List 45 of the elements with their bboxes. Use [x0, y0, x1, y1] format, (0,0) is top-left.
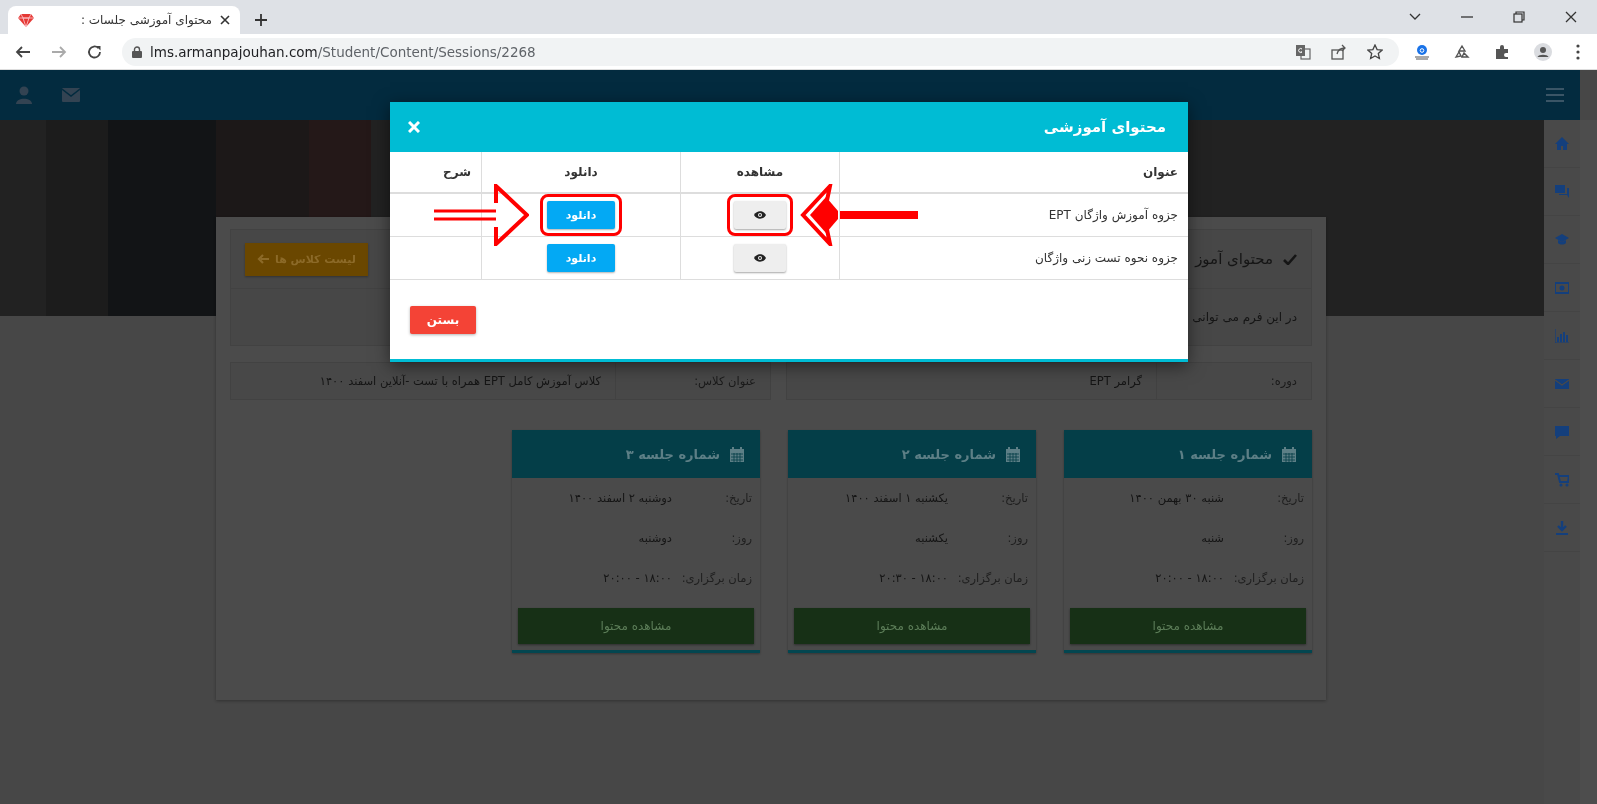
- download-button[interactable]: دانلود: [547, 244, 615, 272]
- browser-tab[interactable]: محتوای آموزشی جلسات :: [8, 6, 240, 34]
- table-cell: جزوه نحوه تست زنی واژگان: [839, 236, 1188, 280]
- view-button[interactable]: [734, 201, 786, 229]
- eye-icon: [754, 211, 766, 219]
- view-content-button[interactable]: مشاهده محتوا: [1070, 608, 1306, 644]
- column-header: مشاهده: [680, 152, 840, 193]
- arrow-left-icon: [257, 254, 269, 264]
- restore-icon[interactable]: [1513, 11, 1525, 23]
- puzzle-icon[interactable]: [1494, 43, 1510, 60]
- reload-icon[interactable]: [87, 43, 103, 60]
- star-icon[interactable]: [1367, 43, 1383, 60]
- modal-title: محتوای آموزشی: [1043, 118, 1166, 136]
- back-icon[interactable]: [15, 43, 31, 60]
- calendar-icon: [1006, 446, 1020, 462]
- column-header: دانلود: [481, 152, 681, 193]
- tab-title: محتوای آموزشی جلسات :: [79, 13, 212, 27]
- translate-icon[interactable]: [1295, 43, 1311, 60]
- close-button[interactable]: بستن: [410, 305, 476, 334]
- address-bar[interactable]: lms.armanpajouhan.com/Student/Content/Sessions/2268: [122, 37, 1399, 66]
- session-title: شماره جلسه ۱: [1177, 446, 1272, 462]
- ruby-icon: [18, 13, 34, 27]
- menu-dots-icon[interactable]: [1576, 43, 1580, 60]
- column-header: عنوان: [839, 152, 1188, 193]
- close-icon[interactable]: [220, 15, 230, 25]
- calendar-icon: [730, 446, 744, 462]
- extension-icon[interactable]: [1414, 43, 1430, 60]
- close-icon[interactable]: [1565, 11, 1577, 23]
- column-header: شرح: [390, 152, 482, 193]
- view-content-button[interactable]: مشاهده محتوا: [518, 608, 754, 644]
- profile-icon[interactable]: [1534, 42, 1552, 61]
- download-button[interactable]: دانلود: [547, 201, 615, 229]
- chevron-down-icon[interactable]: [1409, 13, 1421, 21]
- view-content-button[interactable]: مشاهده محتوا: [794, 608, 1030, 644]
- url-text: lms.armanpajouhan.com/Student/Content/Sessions/2268: [150, 43, 536, 60]
- session-title: شماره جلسه ۳: [625, 446, 720, 462]
- lock-icon: [132, 45, 142, 58]
- new-tab-icon[interactable]: [254, 13, 268, 27]
- calendar-icon: [1282, 446, 1296, 462]
- recycle-icon[interactable]: [1454, 43, 1470, 60]
- session-title: شماره جلسه ۲: [901, 446, 996, 462]
- check-icon: [1283, 253, 1297, 265]
- eye-icon: [754, 254, 766, 262]
- share-icon[interactable]: [1331, 43, 1347, 60]
- view-button[interactable]: [734, 244, 786, 272]
